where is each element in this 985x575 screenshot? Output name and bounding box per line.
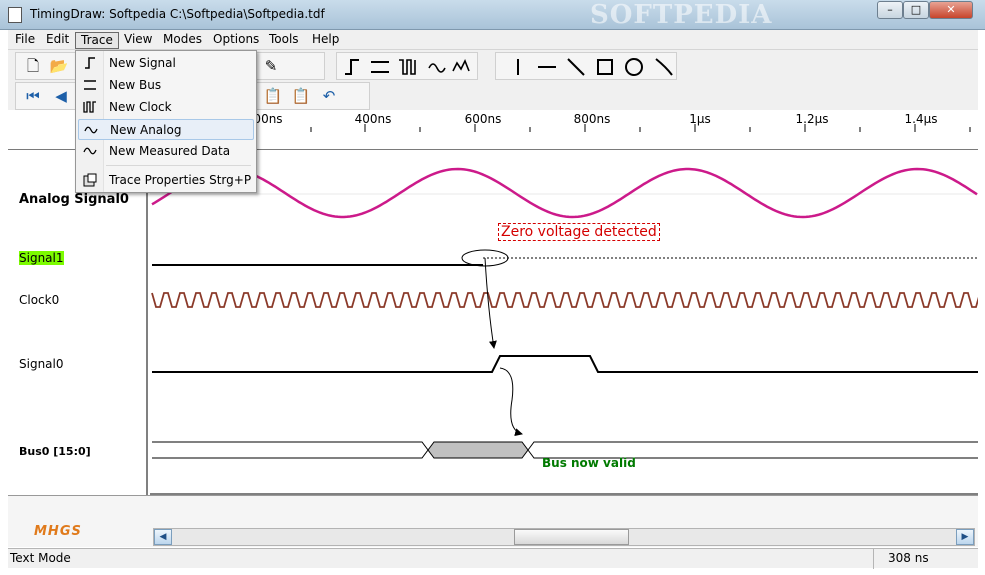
tick-label: 1.4µs <box>904 112 938 126</box>
mhgs-logo: MHGS <box>34 524 82 539</box>
menu-item-label: Trace Properties Strg+P <box>109 173 252 187</box>
menu-item-label: New Bus <box>109 78 162 92</box>
status-divider <box>873 549 874 569</box>
waveform-canvas[interactable] <box>150 150 978 495</box>
menu-item-label: New Signal <box>109 56 176 70</box>
close-button[interactable]: ✕ <box>929 1 973 19</box>
menu-item-new-bus[interactable]: New Bus <box>78 75 254 96</box>
bus-icon <box>82 77 98 93</box>
tick-label: 800ns <box>573 112 611 126</box>
tick-label: 400ns <box>354 112 392 126</box>
status-bar: Text Mode 308 ns <box>8 548 978 569</box>
trace-menu-dropdown: New Signal New Bus New Clock New Analog … <box>75 50 257 193</box>
trace-tool-icons[interactable] <box>337 53 479 81</box>
measured-data-icon <box>82 143 98 159</box>
trace-name-signal1[interactable]: Signal1 <box>19 251 64 265</box>
bus0-waveform-left[interactable] <box>152 441 429 459</box>
properties-icon <box>82 172 98 188</box>
first-page-icon[interactable]: ⏮ <box>22 85 44 107</box>
signal0-waveform[interactable] <box>152 355 978 373</box>
menu-item-new-measured-data[interactable]: New Measured Data <box>78 141 254 162</box>
trace-name-bus0[interactable]: Bus0 [15:0] <box>19 445 91 458</box>
menu-item-new-clock[interactable]: New Clock <box>78 97 254 118</box>
minimize-button[interactable]: – <box>877 1 903 19</box>
previous-icon[interactable]: ◀ <box>50 85 72 107</box>
ruler-tool-icon[interactable]: ✎ <box>260 55 282 77</box>
menu-help[interactable]: Help <box>307 32 344 49</box>
arrow-signal1-to-signal0[interactable] <box>484 257 497 349</box>
new-file-icon[interactable]: 🗋 <box>22 55 44 77</box>
trace-name-panel: Analog Signal0 Signal1 Clock0 Signal0 Bu… <box>8 150 148 495</box>
bottom-panel: MHGS ◀ ▶ <box>8 495 978 547</box>
scroll-left-button[interactable]: ◀ <box>154 529 172 545</box>
scroll-thumb[interactable] <box>514 529 629 545</box>
tick-label: 1.2µs <box>795 112 829 126</box>
menu-item-label: New Clock <box>109 100 172 114</box>
status-mode: Text Mode <box>10 551 71 565</box>
status-time: 308 ns <box>888 551 929 565</box>
undo-icon[interactable]: ↶ <box>318 85 340 107</box>
menu-trace[interactable]: Trace <box>75 32 119 49</box>
open-folder-icon[interactable]: 📂 <box>48 55 70 77</box>
bus-valid-annotation[interactable]: Bus now valid <box>542 456 636 470</box>
signal-icon <box>82 55 98 71</box>
trace-name-analog-signal0[interactable]: Analog Signal0 <box>19 192 129 207</box>
menu-item-trace-properties[interactable]: Trace Properties Strg+P <box>78 170 254 191</box>
window-title: TimingDraw: Softpedia C:\Softpedia\Softp… <box>30 7 325 21</box>
clock-icon <box>82 99 98 115</box>
tick-label: 600ns <box>464 112 502 126</box>
menu-item-new-signal[interactable]: New Signal <box>78 53 254 74</box>
trace-name-signal0[interactable]: Signal0 <box>19 357 64 371</box>
bus0-valid-segment[interactable] <box>427 441 529 459</box>
scroll-right-button[interactable]: ▶ <box>956 529 974 545</box>
menu-options[interactable]: Options <box>208 32 264 49</box>
copy-icon[interactable]: 📋 <box>262 85 284 107</box>
draw-toolbar <box>495 52 677 80</box>
menu-modes[interactable]: Modes <box>158 32 207 49</box>
analog-signal0-waveform[interactable] <box>151 167 978 219</box>
softpedia-watermark: SOFTPEDIA <box>590 0 773 30</box>
menu-file[interactable]: File <box>10 32 40 49</box>
menu-bar: File Edit Trace View Modes Options Tools… <box>8 30 978 50</box>
trace-toolbar <box>336 52 478 80</box>
trace-area: Analog Signal0 Signal1 Clock0 Signal0 Bu… <box>8 150 978 495</box>
menu-tools[interactable]: Tools <box>264 32 304 49</box>
tick-label: 00ns <box>253 112 283 126</box>
trace-name-clock0[interactable]: Clock0 <box>19 293 59 307</box>
menu-view[interactable]: View <box>119 32 157 49</box>
horizontal-scrollbar[interactable]: ◀ ▶ <box>153 528 975 546</box>
menu-item-new-analog[interactable]: New Analog <box>78 119 254 140</box>
draw-tool-icons[interactable] <box>496 53 678 81</box>
title-bar: TimingDraw: Softpedia C:\Softpedia\Softp… <box>0 0 985 30</box>
zero-voltage-annotation[interactable]: Zero voltage detected <box>498 223 660 241</box>
tick-label: 1µs <box>689 112 711 126</box>
menu-item-label: New Measured Data <box>109 144 231 158</box>
clock0-waveform[interactable] <box>151 292 978 308</box>
arrow-signal0-to-bus0[interactable] <box>499 367 523 437</box>
analog-icon <box>83 122 99 138</box>
menu-separator <box>106 165 251 166</box>
menu-edit[interactable]: Edit <box>41 32 74 49</box>
menu-item-label: New Analog <box>110 123 182 137</box>
maximize-button[interactable]: □ <box>903 1 929 19</box>
paste-icon[interactable]: 📋 <box>290 85 312 107</box>
app-icon <box>8 7 22 23</box>
